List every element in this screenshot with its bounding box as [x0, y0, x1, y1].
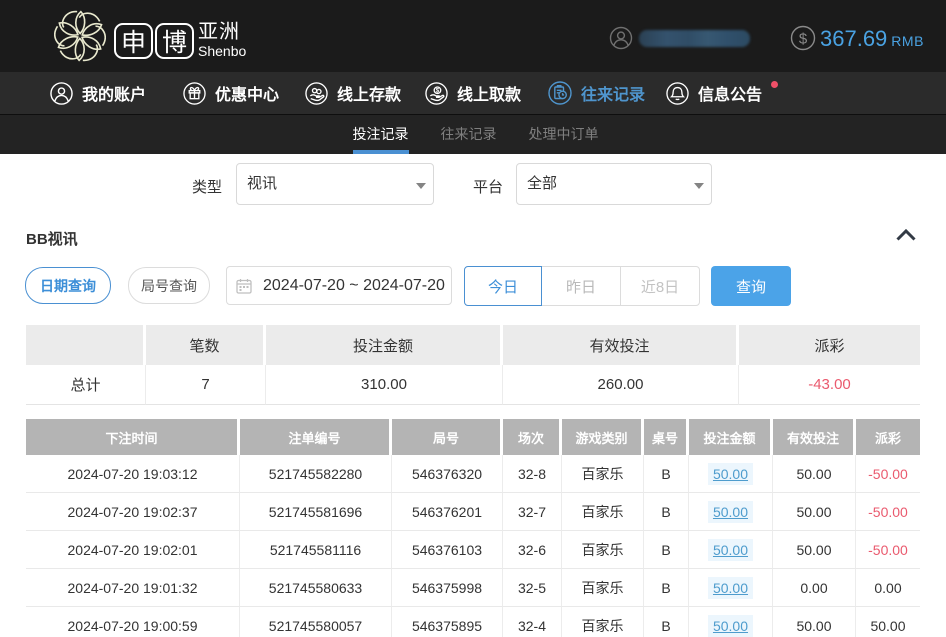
svg-text:$: $	[436, 87, 440, 94]
svg-text:$: $	[799, 30, 808, 47]
